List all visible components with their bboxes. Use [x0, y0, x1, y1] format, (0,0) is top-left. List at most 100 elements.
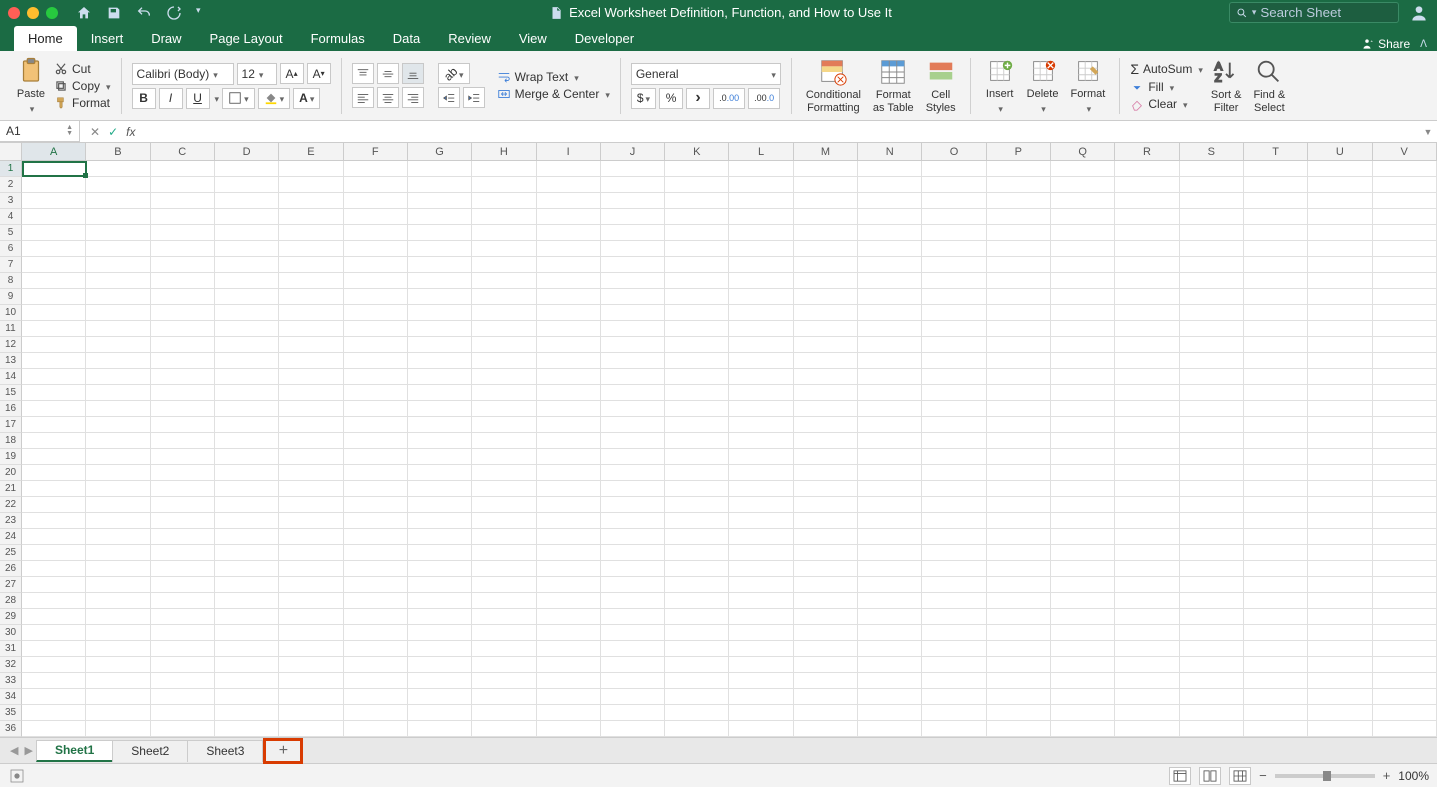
cell[interactable] — [1051, 497, 1115, 513]
cell[interactable] — [279, 417, 343, 433]
cell[interactable] — [472, 273, 536, 289]
cell[interactable] — [537, 225, 601, 241]
cell[interactable] — [1115, 673, 1179, 689]
cell[interactable] — [86, 193, 150, 209]
cell[interactable] — [215, 657, 279, 673]
orientation-button[interactable]: ab — [438, 63, 470, 84]
sheet-tab-1[interactable]: Sheet1 — [36, 740, 113, 762]
cell[interactable] — [1308, 241, 1372, 257]
cell[interactable] — [537, 465, 601, 481]
cell[interactable] — [344, 209, 408, 225]
cell[interactable] — [22, 369, 86, 385]
cell[interactable] — [344, 337, 408, 353]
merge-center-button[interactable]: Merge & Center — [497, 87, 610, 101]
cell[interactable] — [665, 449, 729, 465]
cell[interactable] — [794, 673, 858, 689]
cell[interactable] — [922, 593, 986, 609]
cell[interactable] — [794, 209, 858, 225]
column-header[interactable]: D — [215, 143, 279, 161]
cell[interactable] — [729, 481, 793, 497]
cell[interactable] — [922, 529, 986, 545]
cell[interactable] — [215, 257, 279, 273]
cell[interactable] — [1244, 513, 1308, 529]
cell[interactable] — [279, 673, 343, 689]
cell[interactable] — [86, 577, 150, 593]
row-header[interactable]: 11 — [0, 321, 22, 337]
cell[interactable] — [86, 225, 150, 241]
tab-formulas[interactable]: Formulas — [297, 26, 379, 51]
collapse-ribbon-icon[interactable]: ᐱ — [1420, 39, 1427, 50]
cell[interactable] — [1180, 593, 1244, 609]
cell[interactable] — [279, 465, 343, 481]
cell[interactable] — [472, 353, 536, 369]
cell[interactable] — [408, 161, 472, 177]
cell[interactable] — [344, 593, 408, 609]
cell[interactable] — [1180, 193, 1244, 209]
cell[interactable] — [22, 241, 86, 257]
cell[interactable] — [344, 673, 408, 689]
cell[interactable] — [922, 577, 986, 593]
cell[interactable] — [794, 641, 858, 657]
cell[interactable] — [601, 241, 665, 257]
row-header[interactable]: 7 — [0, 257, 22, 273]
cell[interactable] — [858, 433, 922, 449]
cell[interactable] — [858, 177, 922, 193]
cell[interactable] — [729, 369, 793, 385]
cell[interactable] — [1244, 337, 1308, 353]
cell[interactable] — [151, 721, 215, 737]
cell[interactable] — [601, 497, 665, 513]
cell[interactable] — [1115, 305, 1179, 321]
tab-page-layout[interactable]: Page Layout — [196, 26, 297, 51]
cell[interactable] — [215, 353, 279, 369]
column-header[interactable]: M — [794, 143, 858, 161]
cell[interactable] — [1373, 385, 1437, 401]
cell[interactable] — [1115, 273, 1179, 289]
cell[interactable] — [537, 721, 601, 737]
cell[interactable] — [601, 193, 665, 209]
cell[interactable] — [1115, 401, 1179, 417]
cell[interactable] — [858, 465, 922, 481]
cell[interactable] — [1308, 401, 1372, 417]
cell[interactable] — [86, 705, 150, 721]
column-header[interactable]: I — [537, 143, 601, 161]
row-header[interactable]: 31 — [0, 641, 22, 657]
cell[interactable] — [86, 241, 150, 257]
cell[interactable] — [1308, 529, 1372, 545]
cell[interactable] — [151, 177, 215, 193]
cell[interactable] — [1244, 721, 1308, 737]
cell[interactable] — [1051, 673, 1115, 689]
cell[interactable] — [1180, 241, 1244, 257]
cell[interactable] — [729, 609, 793, 625]
cell[interactable] — [794, 705, 858, 721]
cell[interactable] — [215, 561, 279, 577]
cell[interactable] — [279, 385, 343, 401]
cell[interactable] — [215, 529, 279, 545]
name-box[interactable]: A1 ▲▼ — [0, 121, 80, 142]
cell[interactable] — [1180, 705, 1244, 721]
cell[interactable] — [86, 545, 150, 561]
cell[interactable] — [279, 321, 343, 337]
cell[interactable] — [1051, 529, 1115, 545]
cell[interactable] — [215, 241, 279, 257]
row-header[interactable]: 8 — [0, 273, 22, 289]
cell[interactable] — [922, 545, 986, 561]
row-header[interactable]: 1 — [0, 161, 22, 177]
cell[interactable] — [537, 689, 601, 705]
cell[interactable] — [1373, 193, 1437, 209]
search-sheet[interactable]: ▾ — [1229, 2, 1399, 23]
cell[interactable] — [1051, 225, 1115, 241]
cell[interactable] — [86, 161, 150, 177]
cell[interactable] — [1308, 481, 1372, 497]
zoom-out-button[interactable]: − — [1259, 768, 1267, 783]
cell[interactable] — [665, 657, 729, 673]
cell[interactable] — [601, 657, 665, 673]
cell[interactable] — [151, 305, 215, 321]
cell[interactable] — [279, 497, 343, 513]
cell[interactable] — [472, 161, 536, 177]
cell[interactable] — [86, 401, 150, 417]
cell[interactable] — [86, 609, 150, 625]
cell[interactable] — [472, 177, 536, 193]
cell[interactable] — [665, 625, 729, 641]
cell[interactable] — [987, 465, 1051, 481]
cell[interactable] — [1373, 161, 1437, 177]
